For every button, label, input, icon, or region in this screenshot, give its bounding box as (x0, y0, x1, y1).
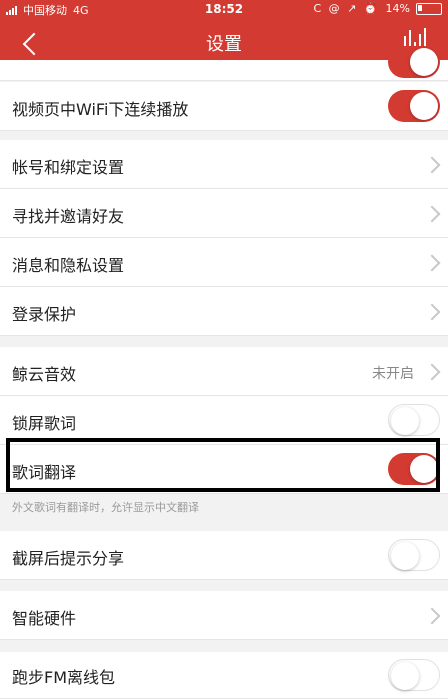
status-icons: C @ ↗ ⏰ (313, 2, 380, 15)
row-message-privacy[interactable]: 消息和隐私设置 (0, 238, 448, 287)
row-label: 跑步FM离线包 (12, 668, 116, 687)
row-login-protection[interactable]: 登录保护 (0, 287, 448, 336)
row-sound-effect[interactable]: 鲸云音效 未开启 (0, 347, 448, 396)
screenshot-share-toggle[interactable] (388, 539, 440, 571)
toggle-knob (410, 92, 438, 120)
partial-row (0, 46, 448, 81)
row-label: 智能硬件 (12, 609, 77, 628)
lyric-translation-note: 外文歌词有翻译时，允许显示中文翻译 (12, 501, 199, 514)
row-label: 消息和隐私设置 (12, 256, 125, 275)
row-smart-hardware[interactable]: 智能硬件 (0, 591, 448, 640)
highlight-box (6, 438, 440, 492)
chevron-right-icon (423, 363, 441, 381)
chevron-right-icon (423, 607, 441, 625)
row-label: 寻找并邀请好友 (12, 207, 125, 226)
partial-toggle[interactable] (388, 46, 440, 78)
lockscreen-lyrics-toggle[interactable] (388, 404, 440, 436)
row-wifi-continuous-play[interactable]: 视频页中WiFi下连续播放 (0, 82, 448, 131)
chevron-right-icon (423, 205, 441, 223)
battery-icon (416, 2, 442, 15)
row-screenshot-share[interactable]: 截屏后提示分享 (0, 531, 448, 580)
chevron-right-icon (423, 156, 441, 174)
row-label: 锁屏歌词 (12, 414, 77, 433)
row-label: 登录保护 (12, 305, 77, 324)
toggle-knob (391, 542, 419, 570)
row-account-binding[interactable]: 帐号和绑定设置 (0, 140, 448, 189)
toggle-knob (391, 407, 419, 435)
chevron-right-icon (423, 254, 441, 272)
wifi-play-toggle[interactable] (388, 90, 440, 122)
page-title: 设置 (206, 34, 242, 55)
running-fm-toggle[interactable] (388, 659, 440, 691)
row-find-invite-friends[interactable]: 寻找并邀请好友 (0, 189, 448, 238)
row-label: 鲸云音效 (12, 365, 77, 384)
row-value: 未开启 (372, 366, 414, 382)
row-label: 帐号和绑定设置 (12, 158, 125, 177)
row-label: 截屏后提示分享 (12, 549, 125, 568)
status-bar: 中国移动 4G 18:52 C @ ↗ ⏰ 14% (0, 0, 448, 18)
chevron-right-icon (423, 303, 441, 321)
row-label: 视频页中WiFi下连续播放 (12, 100, 189, 119)
toggle-knob (391, 662, 419, 690)
battery-percent: 14% (385, 2, 410, 15)
row-running-fm-offline[interactable]: 跑步FM离线包 (0, 652, 448, 699)
